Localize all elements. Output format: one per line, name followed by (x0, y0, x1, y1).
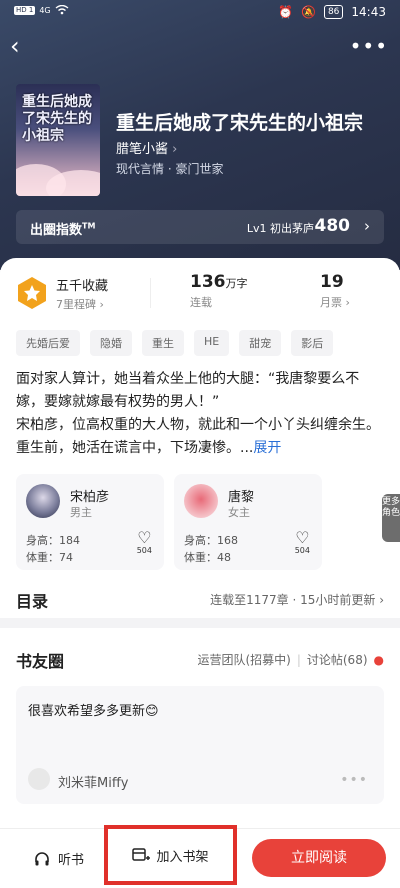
like-button[interactable]: ♡ 504 (295, 528, 310, 556)
status-bar: HD 1 4G ⏰ 🔕 86 14:43 (0, 0, 400, 28)
chevron-right-icon: › (364, 217, 370, 235)
toc-link[interactable]: 连载至1177章 · 15小时前更新 › (210, 591, 384, 608)
favorites-stat[interactable]: 五千收藏 7里程碑 › (56, 275, 108, 312)
chevron-left-icon: ‹ (10, 32, 20, 60)
post-text: 很喜欢希望多多更新😊 (28, 704, 159, 719)
post-username: 刘米菲Miffy (58, 776, 129, 791)
character-card-male[interactable]: 宋柏彦 男主 身高：184 体重：74 ♡ 504 (16, 474, 164, 570)
author-link[interactable]: 腊笔小酱 › (116, 138, 177, 157)
battery-indicator: 86 (323, 5, 344, 19)
description-text: 面对家人算计，她当着众坐上他的大腿：“我唐黎要么不嫁，要嫁就嫁最有权势的男人！”… (16, 371, 380, 456)
tag-item[interactable]: 影后 (291, 330, 334, 356)
book-cover[interactable]: 重生后她成了宋先生的小祖宗 (16, 84, 100, 196)
chevron-right-icon: › (379, 593, 384, 607)
more-characters-button[interactable]: 更多角色 (382, 494, 400, 542)
popularity-index-bar[interactable]: 出圈指数TM Lv1 初出茅庐 480 › (16, 210, 384, 244)
reader-circle-card: 书友圈 运营团队(招募中) | 讨论帖(68) ● 很喜欢希望多多更新😊 刘米菲… (0, 628, 400, 828)
bottom-action-bar: 听书 加入书架 立即阅读 (0, 825, 400, 888)
monthly-tickets-stat[interactable]: 19 月票 › (320, 272, 350, 310)
alarm-icon: ⏰ (278, 5, 293, 19)
add-shelf-icon (132, 848, 151, 861)
index-level: Lv1 初出茅庐 (246, 222, 314, 235)
tag-item[interactable]: 隐婚 (90, 330, 132, 356)
mute-icon: 🔕 (301, 5, 316, 19)
star-badge-icon (18, 277, 46, 309)
back-button[interactable]: ‹ (10, 34, 20, 58)
circle-title: 书友圈 (16, 652, 65, 671)
sim1-indicator: HD 1 (14, 5, 36, 15)
avatar (28, 768, 50, 790)
tag-list: 先婚后爱 隐婚 重生 HE 甜宠 影后 (16, 330, 334, 356)
clock: 14:43 (351, 5, 386, 19)
tag-item[interactable]: 甜宠 (239, 330, 282, 356)
chevron-right-icon: › (172, 142, 178, 157)
post-item[interactable]: 很喜欢希望多多更新😊 刘米菲Miffy ••• (16, 686, 384, 804)
more-options-button[interactable]: ••• (350, 36, 388, 56)
headphones-icon (35, 851, 49, 865)
ops-team-link[interactable]: 运营团队(招募中) (197, 651, 290, 668)
network-indicator: 4G (39, 5, 51, 15)
toc-title: 目录 (16, 592, 49, 611)
heart-icon: ♡ (137, 528, 152, 547)
book-description[interactable]: 面对家人算计，她当着众坐上他的大腿：“我唐黎要么不嫁，要嫁就嫁最有权势的男人！”… (16, 368, 386, 460)
index-score: 480 (314, 216, 351, 236)
read-now-button[interactable]: 立即阅读 (252, 839, 386, 877)
fire-icon: ● (373, 652, 384, 667)
listen-button[interactable]: 听书 (34, 849, 84, 868)
book-info-card: 五千收藏 7里程碑 › 136万字 连载 19 月票 › 先婚后爱 隐婚 重生 … (0, 258, 400, 618)
wifi-icon (55, 5, 69, 15)
add-to-shelf-button[interactable]: 加入书架 (104, 825, 237, 885)
genre-label: 现代言情 · 豪门世家 (116, 162, 224, 176)
threads-link[interactable]: 讨论帖(68) (307, 651, 368, 668)
dots-icon: ••• (349, 34, 388, 58)
like-button[interactable]: ♡ 504 (137, 528, 152, 556)
avatar (26, 484, 60, 518)
character-card-female[interactable]: 唐黎 女主 身高：168 体重：48 ♡ 504 (174, 474, 322, 570)
word-count-stat: 136万字 连载 (190, 272, 248, 309)
tag-item[interactable]: 先婚后爱 (16, 330, 80, 356)
heart-icon: ♡ (295, 528, 310, 547)
book-header: HD 1 4G ⏰ 🔕 86 14:43 ‹ ••• 重生后她成了宋先生的小祖宗… (0, 0, 400, 270)
cover-title: 重生后她成了宋先生的小祖宗 (22, 94, 92, 144)
tag-item[interactable]: 重生 (142, 330, 184, 356)
avatar (184, 484, 218, 518)
expand-link[interactable]: 展开 (253, 440, 281, 456)
tag-item[interactable]: HE (194, 330, 230, 356)
book-title: 重生后她成了宋先生的小祖宗 (116, 112, 364, 134)
dots-icon[interactable]: ••• (340, 772, 368, 788)
index-label: 出圈指数TM (30, 221, 96, 238)
